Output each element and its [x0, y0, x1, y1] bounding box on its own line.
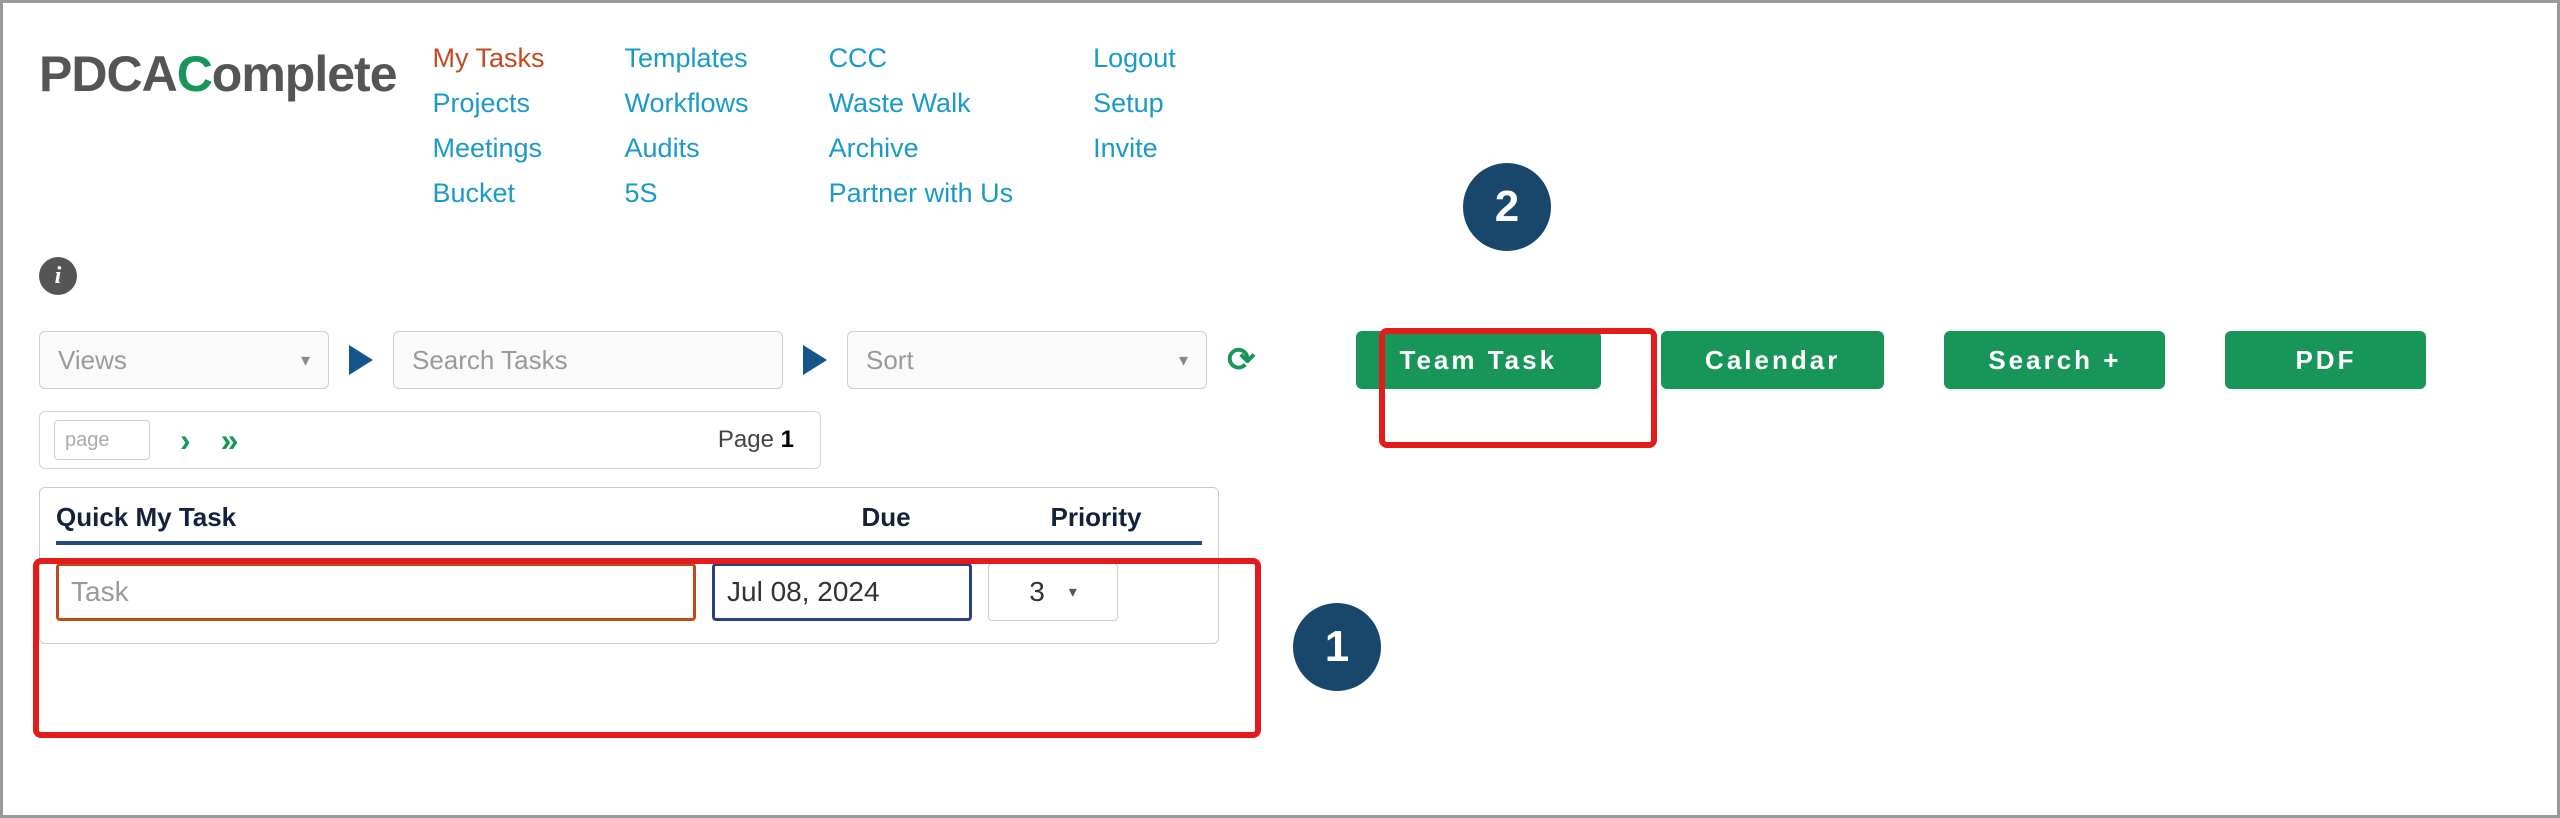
page-placeholder: page	[65, 429, 110, 452]
next-page-icon[interactable]: ›	[180, 422, 191, 459]
chevron-down-icon: ▾	[301, 350, 310, 371]
refresh-icon[interactable]: ⟳	[1227, 340, 1256, 380]
chevron-down-icon: ▾	[1069, 582, 1077, 602]
quick-task-header-task: Quick My Task	[56, 502, 756, 533]
nav-5s[interactable]: 5S	[625, 178, 749, 209]
nav-archive[interactable]: Archive	[829, 133, 1014, 164]
quick-task-header-priority: Priority	[1016, 502, 1176, 533]
page-number-input[interactable]: page	[54, 420, 150, 460]
search-placeholder: Search Tasks	[412, 345, 568, 376]
nav-bucket[interactable]: Bucket	[433, 178, 545, 209]
pager: page › » Page 1	[39, 411, 821, 469]
annotation-badge-1: 1	[1293, 603, 1381, 691]
calendar-button[interactable]: Calendar	[1661, 331, 1884, 389]
nav-invite[interactable]: Invite	[1093, 133, 1176, 164]
annotation-badge-2: 2	[1463, 163, 1551, 251]
pdf-button[interactable]: PDF	[2225, 331, 2426, 389]
nav-audits[interactable]: Audits	[625, 133, 749, 164]
quick-task-placeholder: Task	[71, 576, 129, 608]
nav-ccc[interactable]: CCC	[829, 43, 1014, 74]
quick-task-due-value: Jul 08, 2024	[727, 576, 880, 608]
nav-my-tasks[interactable]: My Tasks	[433, 43, 545, 74]
views-placeholder: Views	[58, 345, 127, 376]
search-tasks-input[interactable]: Search Tasks	[393, 331, 783, 389]
nav-workflows[interactable]: Workflows	[625, 88, 749, 119]
nav-logout[interactable]: Logout	[1093, 43, 1176, 74]
nav-setup[interactable]: Setup	[1093, 88, 1176, 119]
run-search-play-icon[interactable]	[803, 345, 827, 375]
last-page-icon[interactable]: »	[221, 422, 239, 459]
nav-meetings[interactable]: Meetings	[433, 133, 545, 164]
nav-columns: My Tasks Projects Meetings Bucket Templa…	[433, 43, 1176, 209]
quick-task-due-input[interactable]: Jul 08, 2024	[712, 563, 972, 621]
info-icon[interactable]: i	[39, 257, 77, 295]
team-task-button[interactable]: Team Task	[1356, 331, 1602, 389]
nav-projects[interactable]: Projects	[433, 88, 545, 119]
brand-logo: PDCAComplete	[39, 49, 397, 99]
toolbar-row: Views ▾ Search Tasks Sort ▾ ⟳ Team Task …	[39, 331, 2521, 389]
quick-task-name-input[interactable]: Task	[56, 563, 696, 621]
quick-my-task-panel: Quick My Task Due Priority Task Jul 08, …	[39, 487, 1219, 644]
nav-templates[interactable]: Templates	[625, 43, 749, 74]
views-dropdown[interactable]: Views ▾	[39, 331, 329, 389]
search-plus-button[interactable]: Search +	[1944, 331, 2165, 389]
quick-task-priority-select[interactable]: 3 ▾	[988, 563, 1118, 621]
quick-task-header: Quick My Task Due Priority	[56, 502, 1202, 545]
top-navbar: PDCAComplete My Tasks Projects Meetings …	[39, 43, 2521, 209]
nav-waste-walk[interactable]: Waste Walk	[829, 88, 1014, 119]
apply-view-play-icon[interactable]	[349, 345, 373, 375]
sort-dropdown[interactable]: Sort ▾	[847, 331, 1207, 389]
sort-placeholder: Sort	[866, 345, 914, 376]
nav-partner[interactable]: Partner with Us	[829, 178, 1014, 209]
page-indicator: Page 1	[718, 426, 794, 454]
quick-task-header-due: Due	[756, 502, 1016, 533]
quick-task-priority-value: 3	[1029, 576, 1045, 608]
chevron-down-icon: ▾	[1179, 350, 1188, 371]
